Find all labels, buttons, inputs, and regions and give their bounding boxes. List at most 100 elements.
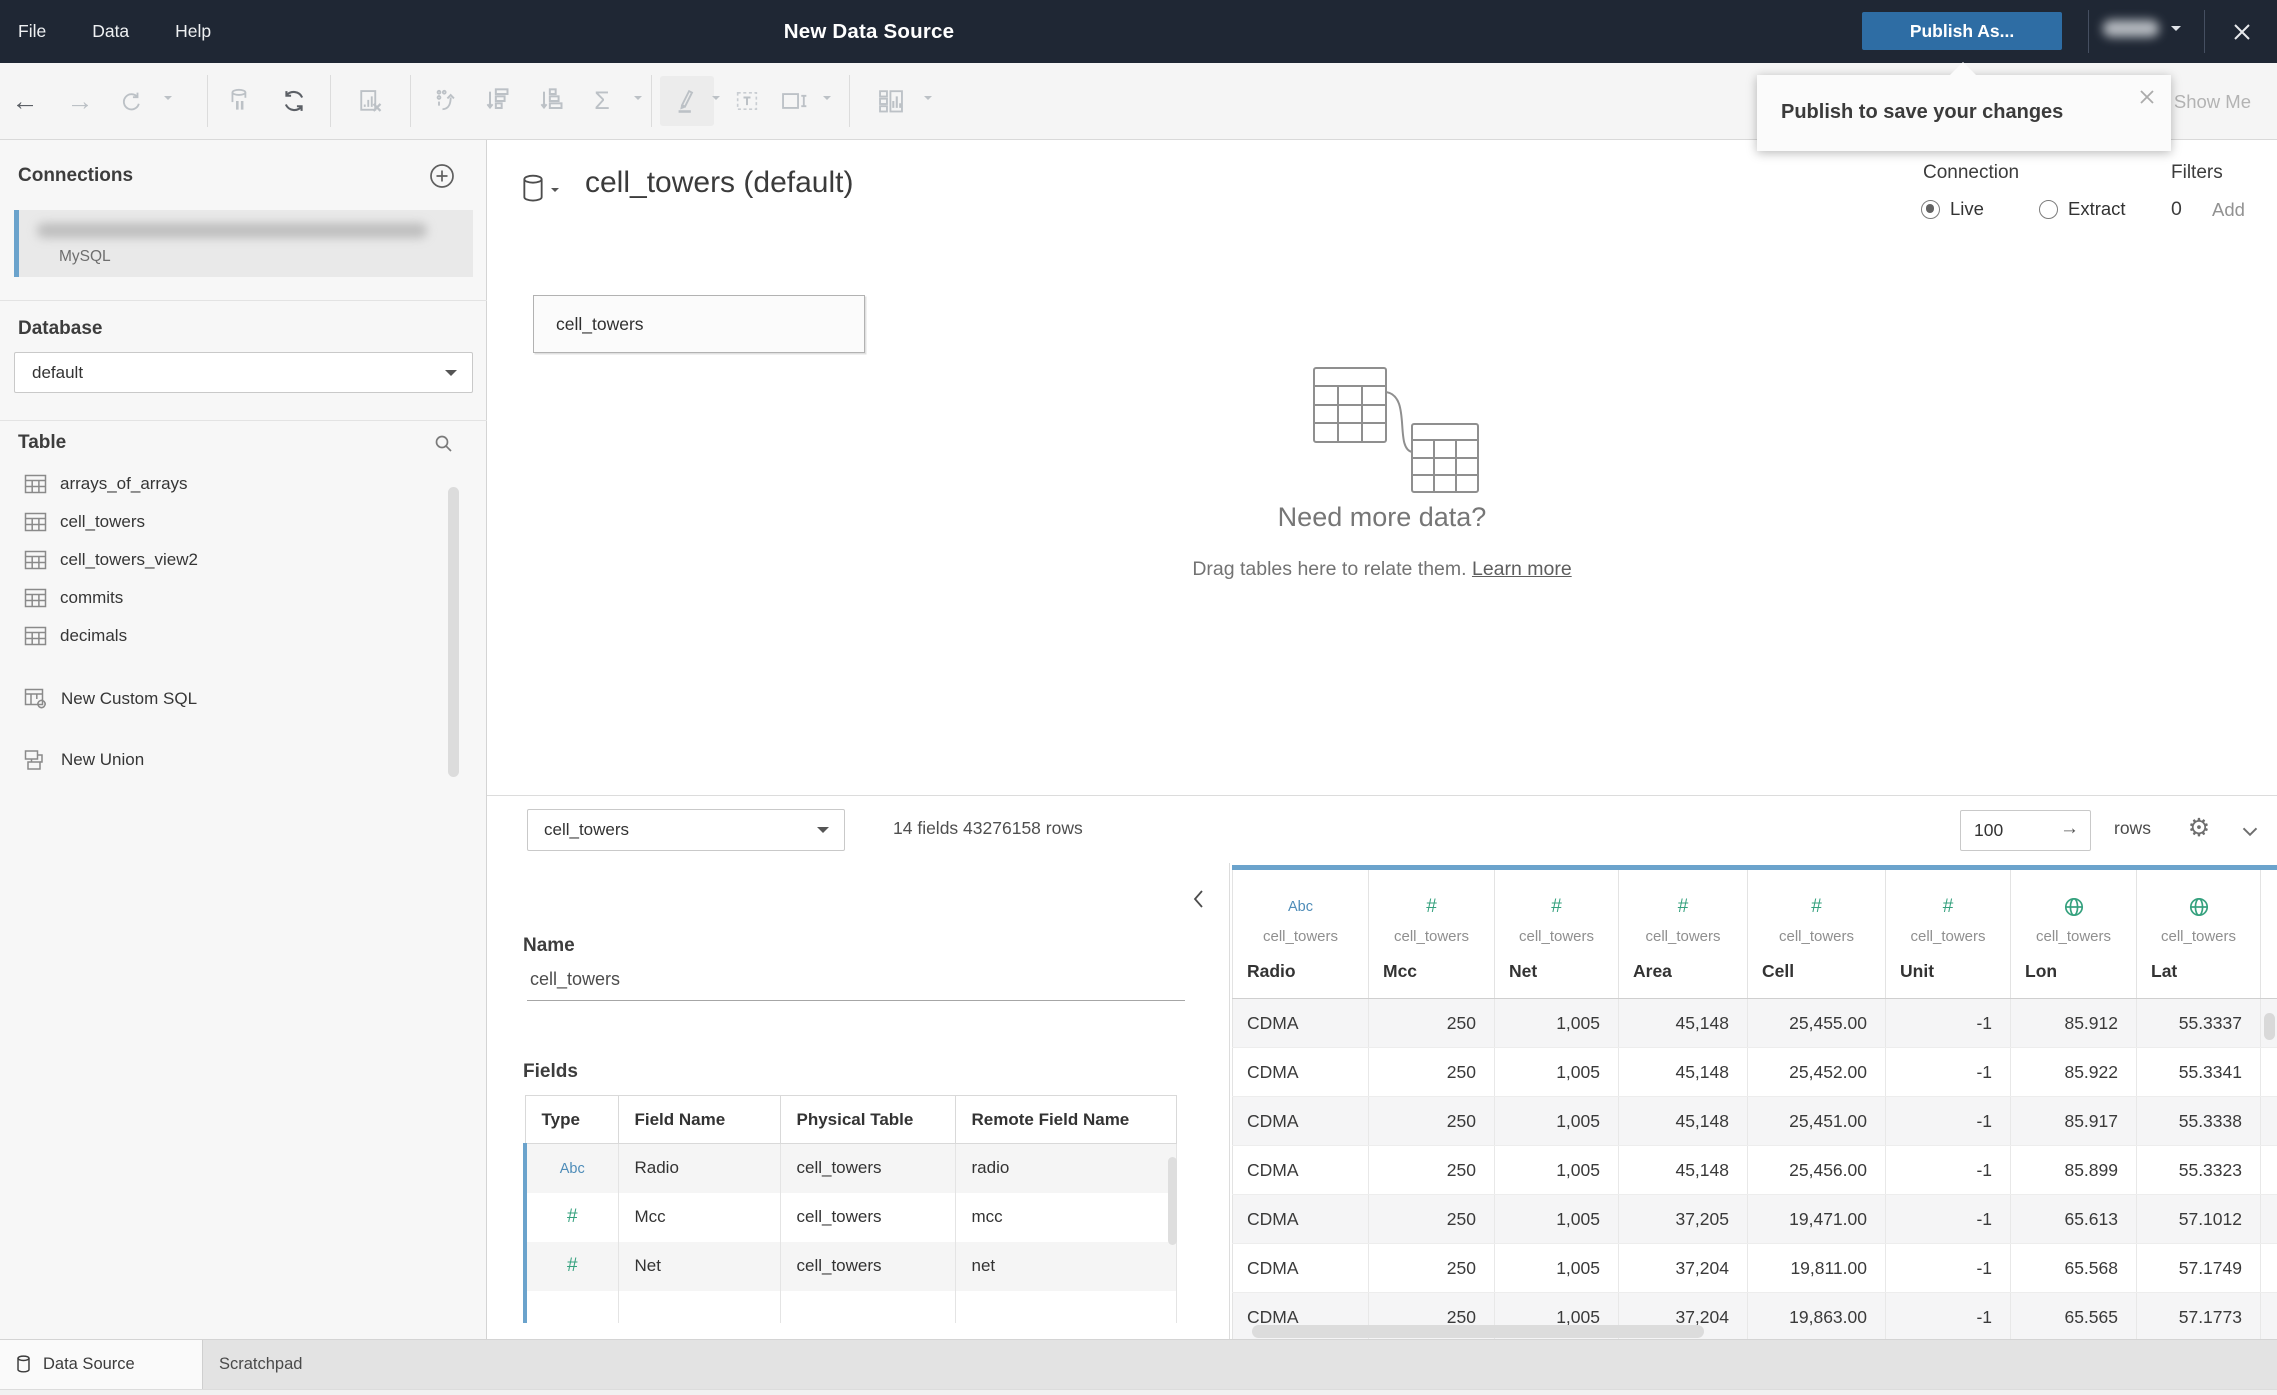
toolbar-separator — [410, 75, 411, 127]
replay-icon — [122, 92, 140, 111]
collapse-preview-button[interactable] — [2237, 818, 2263, 844]
field-row[interactable]: Abc Radio cell_towers radio — [523, 1143, 1177, 1193]
connection-item[interactable]: MySQL — [14, 210, 473, 277]
menubar: File Data Help — [18, 0, 211, 63]
table-list-item[interactable]: decimals — [0, 617, 487, 655]
grid-column-table-label: cell_towers — [1910, 928, 1986, 945]
text-label-button[interactable] — [725, 79, 769, 123]
collapse-metadata-button[interactable] — [1187, 885, 1215, 913]
fields-table-scrollbar[interactable] — [1168, 1157, 1177, 1245]
menu-item[interactable]: Data — [92, 21, 129, 42]
grid-cell: 65.568 — [2010, 1243, 2137, 1293]
database-selected-value: default — [32, 362, 84, 382]
grid-column-header[interactable]: # cell_towers Net — [1494, 865, 1619, 999]
fields-body: Abc Radio cell_towers radio # Mcc cell_towers m… — [523, 1143, 1177, 1323]
chevron-down-icon[interactable] — [551, 188, 559, 192]
datasource-name-input[interactable] — [527, 969, 1185, 1001]
sort-descending-button[interactable] — [529, 79, 573, 123]
table-list-scrollbar[interactable] — [448, 487, 459, 777]
grid-column-header[interactable]: # cell_towers Mcc — [1368, 865, 1495, 999]
grid-cell: 1,005 — [1494, 1047, 1619, 1097]
grid-column-name: Area — [1633, 961, 1672, 981]
titlebar-separator — [2088, 10, 2089, 53]
row-count-input[interactable]: 100 → — [1960, 810, 2091, 851]
menu-item[interactable]: Help — [175, 21, 211, 42]
grid-cell: 85.912 — [2010, 998, 2137, 1048]
replay-button[interactable] — [109, 79, 153, 123]
cell-size-button[interactable] — [772, 79, 816, 123]
grid-cell: -1 — [1885, 1096, 2011, 1146]
grid-row: CDMA 250 1,005 45,148 25,451.00 -1 85.917 55.33… — [1232, 1096, 2277, 1146]
table-node-cell-towers[interactable]: cell_towers — [533, 295, 865, 353]
filters-add-link[interactable]: Add — [2212, 199, 2245, 221]
redo-button[interactable]: → — [58, 79, 102, 123]
grid-cell: 57.1012 — [2136, 1194, 2261, 1244]
grid-column-header[interactable]: # cell_towers Cell — [1747, 865, 1886, 999]
database-select[interactable]: default — [14, 352, 473, 393]
pause-updates-button[interactable] — [218, 79, 262, 123]
table-grid-icon — [24, 588, 47, 608]
totals-dropdown-caret[interactable] — [634, 96, 642, 100]
preview-table-select[interactable]: cell_towers — [527, 809, 845, 851]
table-list-item[interactable]: cell_towers — [0, 503, 487, 541]
highlight-button[interactable] — [663, 79, 707, 123]
database-icon — [17, 1355, 30, 1373]
cards-dropdown-caret[interactable] — [924, 96, 932, 100]
grid-column-header[interactable]: # cell_towers Area — [1618, 865, 1748, 999]
add-connection-button[interactable] — [428, 162, 456, 190]
grid-cell-stub — [2260, 1292, 2277, 1339]
bottom-panels: Name Fields TypeField NamePhysical Table… — [487, 863, 2277, 1339]
grid-column-header[interactable]: cell_towers Lat — [2136, 865, 2261, 999]
tab-data-source[interactable]: Data Source — [0, 1340, 203, 1389]
refresh-datasource-button[interactable] — [272, 79, 316, 123]
user-menu[interactable] — [2103, 20, 2181, 37]
new-custom-sql-button[interactable]: New Custom SQL — [0, 677, 487, 721]
cell-size-dropdown-caret[interactable] — [823, 96, 831, 100]
sort-ascending-button[interactable] — [475, 79, 519, 123]
grid-column-header[interactable]: Abc cell_towers Radio — [1232, 865, 1369, 999]
field-cell: radio — [955, 1143, 1177, 1193]
grid-column-header[interactable]: # cell_towers Unit — [1885, 865, 2011, 999]
swap-axes-button[interactable] — [424, 79, 468, 123]
grid-cell: CDMA — [1232, 1194, 1369, 1244]
grid-vertical-scrollbar[interactable] — [2264, 1013, 2275, 1040]
grid-horizontal-scrollbar[interactable] — [1252, 1325, 1704, 1338]
grid-cell: 250 — [1368, 1096, 1495, 1146]
new-union-button[interactable]: New Union — [0, 738, 487, 782]
clear-sheet-button[interactable] — [348, 79, 392, 123]
grid-column-header[interactable]: cell_towers Lon — [2010, 865, 2137, 999]
replay-dropdown-caret[interactable] — [164, 96, 172, 100]
table-list-item[interactable]: commits — [0, 579, 487, 617]
grid-cell: 25,452.00 — [1747, 1047, 1886, 1097]
show-me-button[interactable]: Show Me — [2174, 91, 2251, 113]
grid-cell: 25,451.00 — [1747, 1096, 1886, 1146]
show-hide-cards-button[interactable] — [869, 79, 913, 123]
table-list-item[interactable]: cell_towers_view2 — [0, 541, 487, 579]
menu-item[interactable]: File — [18, 21, 46, 42]
grid-cell: 55.3338 — [2136, 1096, 2261, 1146]
preview-table-selected: cell_towers — [544, 820, 630, 839]
learn-more-link[interactable]: Learn more — [1472, 558, 1572, 580]
undo-button[interactable]: ← — [3, 79, 47, 123]
field-row[interactable]: # Mcc cell_towers mcc — [523, 1192, 1177, 1242]
join-canvas: cell_towers (default) cell_towers Need m… — [487, 140, 2277, 795]
grid-settings-button[interactable]: ⚙ — [2182, 808, 2216, 848]
toolbar-separator — [330, 75, 331, 127]
tab-scratchpad[interactable]: Scratchpad — [203, 1340, 403, 1389]
connection-live-radio[interactable]: Live — [1921, 198, 1984, 220]
totals-button[interactable]: Σ — [580, 79, 624, 123]
grid-cell: 1,005 — [1494, 1096, 1619, 1146]
grid-cell-stub — [2260, 1194, 2277, 1244]
table-search-button[interactable] — [432, 432, 456, 456]
publish-as-button[interactable]: Publish As... — [1862, 12, 2062, 50]
tooltip-close-button[interactable] — [2135, 85, 2159, 109]
window-close-button[interactable] — [2228, 18, 2256, 46]
apply-row-count-button[interactable]: → — [2060, 818, 2079, 840]
datasource-type-button[interactable] — [521, 174, 545, 204]
field-row[interactable]: # Net cell_towers net — [523, 1241, 1177, 1291]
connection-extract-radio[interactable]: Extract — [2039, 198, 2126, 220]
sort-ascending-icon — [486, 88, 509, 110]
highlight-dropdown-caret[interactable] — [712, 96, 720, 100]
grid-cell: 250 — [1368, 1243, 1495, 1293]
table-list-item[interactable]: arrays_of_arrays — [0, 465, 487, 503]
